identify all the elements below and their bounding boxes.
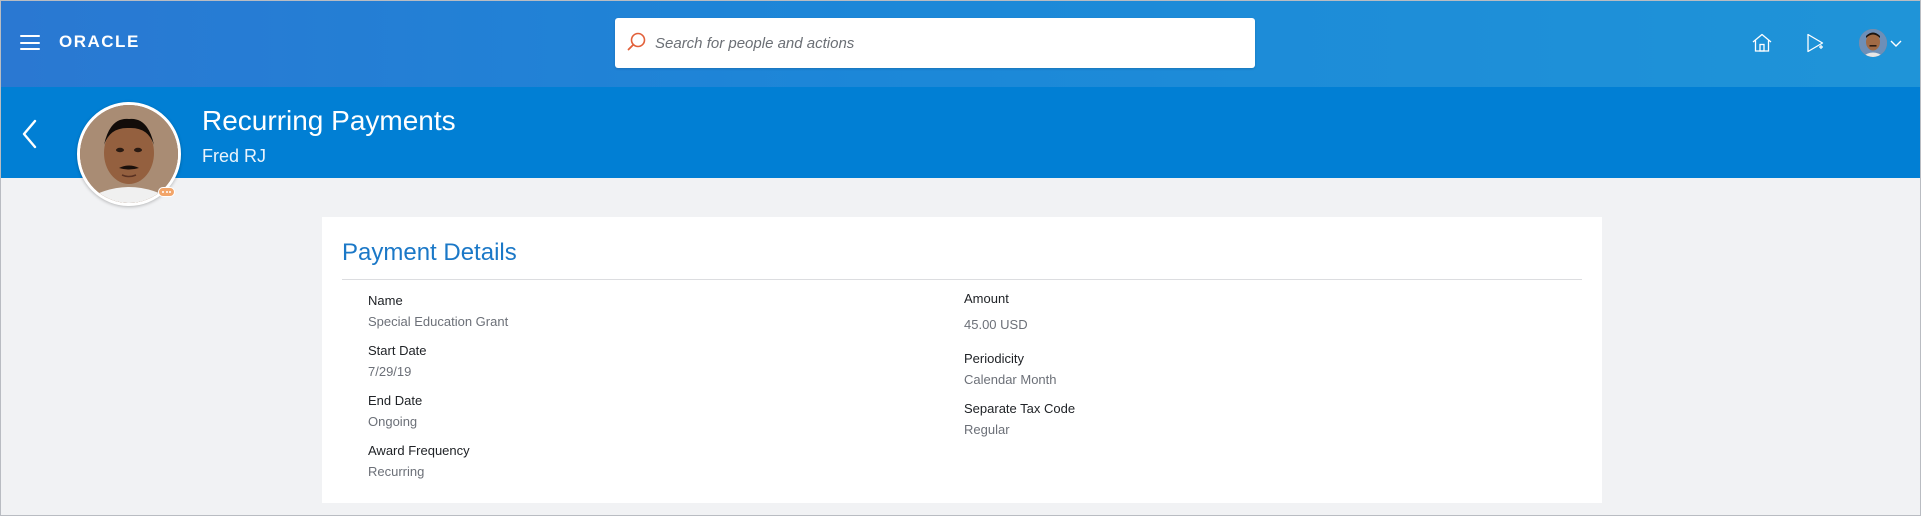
field-label: Amount (964, 291, 1009, 306)
field-label: Award Frequency (368, 443, 470, 458)
field-label: Start Date (368, 343, 427, 358)
field-periodicity: Periodicity Calendar Month (964, 351, 1057, 387)
back-arrow-icon[interactable] (19, 117, 41, 151)
field-start-date: Start Date 7/29/19 (368, 343, 427, 379)
field-value: Calendar Month (964, 372, 1057, 387)
field-name: Name Special Education Grant (368, 293, 508, 329)
field-award-frequency: Award Frequency Recurring (368, 443, 470, 479)
field-label: Separate Tax Code (964, 401, 1076, 416)
page-title: Recurring Payments (202, 105, 456, 136)
divider (342, 279, 1582, 280)
card-title: Payment Details (342, 239, 517, 266)
field-amount: Amount 45.00 USD (964, 291, 1028, 332)
field-value: Special Education Grant (368, 314, 509, 329)
person-name: Fred RJ (202, 146, 267, 166)
home-icon[interactable] (1750, 31, 1774, 55)
user-avatar[interactable] (1859, 29, 1887, 57)
search-icon (627, 32, 646, 51)
field-value: Recurring (368, 464, 425, 479)
global-header: ORACLE (1, 1, 1920, 87)
field-label: Name (368, 293, 403, 308)
field-value: Ongoing (368, 414, 418, 429)
field-separate-tax-code: Separate Tax Code Regular (964, 401, 1075, 437)
field-end-date: End Date Ongoing (368, 393, 422, 429)
presence-icon (158, 187, 175, 197)
play-icon[interactable] (1803, 31, 1827, 55)
app-window: ORACLE Search for people and actions Rec… (0, 0, 1921, 516)
chevron-down-icon[interactable] (1889, 38, 1903, 48)
search-box[interactable] (615, 18, 1255, 68)
field-value: 7/29/19 (368, 364, 412, 379)
oracle-logo: ORACLE (59, 32, 140, 51)
field-label: Periodicity (964, 351, 1024, 366)
field-label: End Date (368, 393, 423, 408)
menu-icon[interactable] (20, 35, 40, 50)
payment-details-card: Payment Details Name Special Education G… (322, 217, 1602, 503)
search-input[interactable] (655, 18, 1245, 68)
field-value: 45.00 USD (964, 317, 1028, 332)
field-value: Regular (964, 422, 1010, 437)
